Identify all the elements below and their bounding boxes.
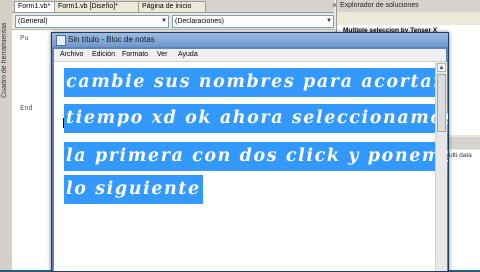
document-tabs: Form1.vb* Form1.vb [Diseño]* Página de i… [12, 0, 337, 13]
menu-bar: Archivo Edición Formato Ver Ayuda [54, 49, 446, 62]
toolbox-label: Cuadro de herramientas [1, 22, 8, 99]
text-line-2: tiempo xd ok ahora seleccionamos [64, 104, 448, 133]
code-line: End [20, 104, 33, 112]
text-line-1: cambie sus nombres para acortar [64, 68, 446, 97]
chevron-down-icon: ▼ [161, 18, 167, 24]
window-title: Sin título - Bloc de notas [68, 35, 155, 44]
tab-start-page[interactable]: Página de inicio [138, 1, 206, 12]
solution-explorer-toolbar [337, 13, 480, 24]
menu-formato[interactable]: Formato [122, 49, 148, 61]
notepad-icon [56, 35, 66, 46]
code-line: Pu [20, 34, 29, 42]
solution-explorer-title: Explorador de soluciones [337, 0, 480, 12]
chevron-down-icon: ▼ [326, 18, 332, 24]
menu-edicion[interactable]: Edición [92, 49, 115, 61]
class-combo-value: (General) [18, 18, 48, 25]
properties-text: ulti data [449, 152, 472, 159]
code-navigation-bar: (General) ▼ (Declaraciones) ▼ [12, 13, 334, 30]
tab-form1-code[interactable]: Form1.vb* [14, 1, 56, 12]
menu-ver[interactable]: Ver [157, 49, 168, 61]
class-combo[interactable]: (General) ▼ [15, 15, 169, 28]
scrollbar-thumb[interactable] [437, 74, 446, 132]
tab-form1-design[interactable]: Form1.vb [Diseño]* [54, 1, 142, 12]
notepad-window: Sin título - Bloc de notas Archivo Edici… [51, 32, 449, 272]
text-editor[interactable]: cambie sus nombres para acortar tiempo x… [54, 62, 448, 271]
method-combo-value: (Declaraciones) [175, 18, 225, 25]
text-caret [63, 118, 64, 128]
text-line-3: la primera con dos click y ponemos [64, 142, 448, 171]
menu-ayuda[interactable]: Ayuda [178, 49, 198, 61]
notepad-titlebar[interactable]: Sin título - Bloc de notas [52, 33, 448, 47]
text-line-4: lo siguiente [64, 175, 203, 204]
menu-archivo[interactable]: Archivo [60, 49, 83, 61]
vertical-scrollbar[interactable]: ▲ [435, 62, 447, 271]
scroll-up-icon[interactable]: ▲ [437, 63, 446, 72]
method-combo[interactable]: (Declaraciones) ▼ [172, 15, 334, 28]
